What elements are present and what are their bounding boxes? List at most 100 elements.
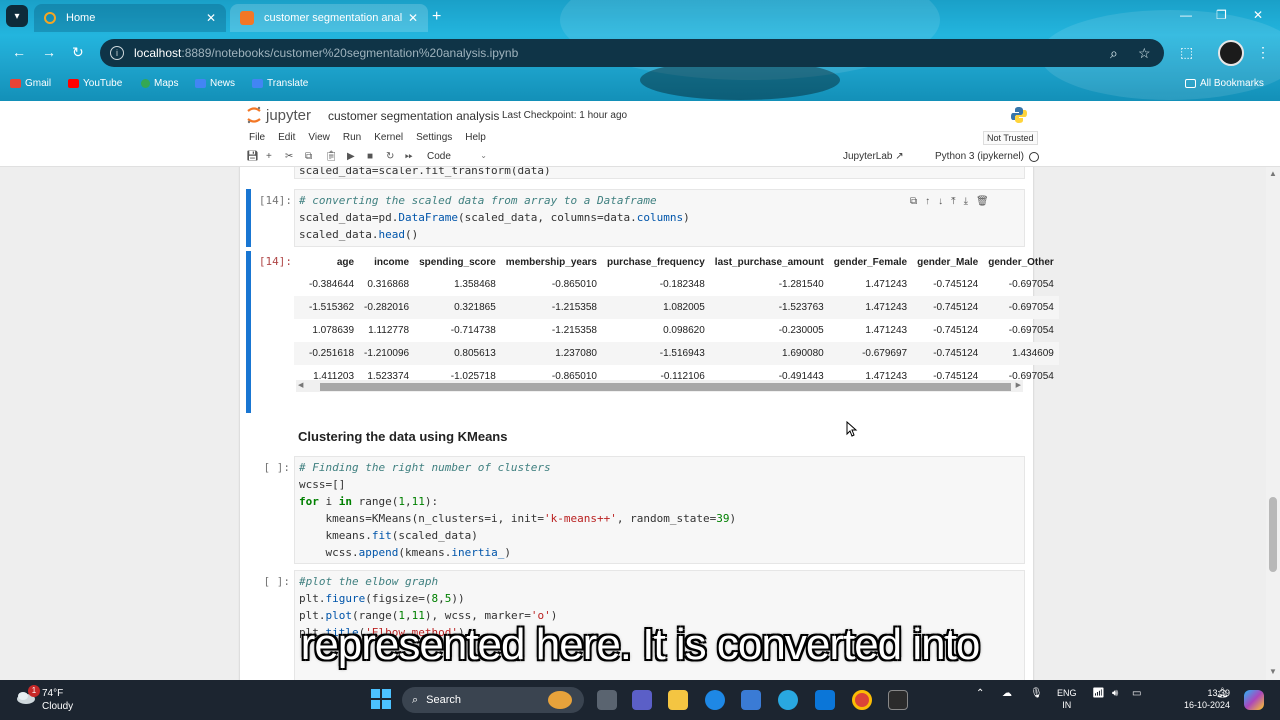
delete-cell-icon[interactable]: 🗑︎: [976, 196, 989, 207]
menu-file[interactable]: File: [249, 132, 265, 143]
menu-view[interactable]: View: [308, 132, 330, 143]
zoom-search-icon[interactable]: ⌕: [1110, 45, 1118, 62]
move-down-icon[interactable]: ↓: [938, 196, 943, 207]
restart-icon[interactable]: ↻: [386, 151, 394, 162]
battery-icon[interactable]: ▭: [1132, 688, 1141, 699]
copy-icon[interactable]: ⧉: [305, 151, 312, 162]
back-icon[interactable]: ←: [12, 44, 26, 60]
jupyterlab-link[interactable]: JupyterLab ↗: [843, 151, 904, 162]
url-input[interactable]: i localhost:8889/notebooks/customer%20se…: [100, 39, 1164, 67]
bookmark-translate[interactable]: Translate: [252, 78, 308, 89]
input-prompt: [ ]:: [263, 461, 291, 474]
insert-cell-icon[interactable]: +: [266, 151, 272, 162]
taskbar-search-input[interactable]: ⌕ Search: [402, 687, 584, 713]
bookmark-gmail[interactable]: Gmail: [10, 78, 51, 89]
run-icon[interactable]: ▶: [347, 151, 355, 162]
terminal-icon[interactable]: [888, 690, 908, 710]
close-window-icon[interactable]: ✕: [1253, 8, 1263, 22]
language-indicator[interactable]: ENG IN: [1057, 687, 1077, 711]
move-up-icon[interactable]: ↑: [925, 196, 930, 207]
paste-icon[interactable]: 📋︎: [325, 151, 338, 162]
menu-edit[interactable]: Edit: [278, 132, 295, 143]
trust-indicator[interactable]: Not Trusted: [983, 131, 1038, 145]
scrollbar-thumb[interactable]: [1269, 497, 1277, 572]
table-cell: 1.471243: [865, 325, 908, 336]
scroll-left-icon[interactable]: ◀: [298, 381, 303, 389]
bookmark-maps[interactable]: Maps: [141, 78, 178, 89]
code-token: ,: [438, 592, 445, 605]
insert-above-icon[interactable]: ⤒: [951, 196, 955, 207]
code-token: kmeans.: [299, 529, 372, 542]
notebook-title[interactable]: customer segmentation analysis: [328, 109, 499, 123]
wifi-icon[interactable]: 📶︎: [1092, 688, 1105, 699]
show-hidden-icons-icon[interactable]: ⌃: [976, 688, 984, 699]
bookmark-star-icon[interactable]: ☆: [1138, 45, 1151, 62]
save-icon[interactable]: 💾︎: [246, 151, 259, 162]
restart-run-all-icon[interactable]: ⏩︎: [405, 151, 413, 162]
close-tab-icon[interactable]: ✕: [408, 11, 418, 25]
avatar[interactable]: [1218, 40, 1244, 66]
close-tab-icon[interactable]: ✕: [206, 11, 216, 25]
menu-help[interactable]: Help: [465, 132, 486, 143]
store-icon[interactable]: [741, 690, 761, 710]
code-token: ):: [424, 495, 439, 508]
scrollbar-thumb[interactable]: [320, 383, 1011, 391]
onedrive-icon[interactable]: ☁: [1002, 688, 1012, 699]
code-token: 1: [398, 495, 405, 508]
mysql-icon[interactable]: [815, 690, 835, 710]
teams-icon[interactable]: [632, 690, 652, 710]
edge-icon[interactable]: [705, 690, 725, 710]
python-app-icon[interactable]: [778, 690, 798, 710]
bookmark-news[interactable]: News: [195, 78, 235, 89]
notifications-bell-icon[interactable]: 🔔︎: [1216, 688, 1229, 699]
windows-start-icon[interactable]: [371, 689, 391, 709]
table-cell: [294, 296, 304, 319]
code-cell-kmeans[interactable]: # Finding the right number of clusters w…: [294, 456, 1025, 564]
extensions-icon[interactable]: ⬚: [1180, 44, 1193, 61]
table-cell: -0.384644: [309, 279, 355, 290]
vertical-scrollbar[interactable]: ▲ ▼: [1266, 167, 1280, 680]
table-cell: -0.714738: [450, 325, 496, 336]
code-line: plt.figure(figsize=(8,5)): [299, 592, 465, 605]
code-cell-14[interactable]: # converting the scaled data from array …: [294, 189, 1025, 247]
volume-icon[interactable]: 🔊︎: [1112, 688, 1118, 699]
tab-notebook[interactable]: customer segmentation analysis ✕: [230, 4, 428, 32]
tab-search-button[interactable]: ▾: [6, 5, 28, 27]
tab-home[interactable]: Home ✕: [34, 4, 226, 32]
cell-type-select[interactable]: Code ⌄: [427, 151, 487, 162]
minimize-icon[interactable]: —: [1180, 8, 1192, 22]
task-view-icon[interactable]: [597, 690, 617, 710]
site-info-icon[interactable]: i: [110, 46, 124, 60]
scroll-right-icon[interactable]: ▶: [1016, 381, 1021, 389]
code-token: kmeans=KMeans(n_clusters=i, init=: [299, 512, 545, 525]
chrome-icon[interactable]: [852, 690, 872, 710]
interrupt-icon[interactable]: ■: [367, 151, 373, 162]
microphone-icon[interactable]: 🎙︎: [1030, 688, 1043, 699]
cut-icon[interactable]: ✂: [285, 151, 293, 162]
menu-kernel[interactable]: Kernel: [374, 132, 403, 143]
code-cell-previous[interactable]: scaled_data=scaler.fit_transform(data): [294, 167, 1025, 179]
restore-icon[interactable]: ❐: [1216, 8, 1227, 22]
table-cell: 0.316868: [367, 279, 410, 290]
table-row: -1.515362 -0.282016 0.321865 -1.215358 1.082…: [294, 296, 1059, 319]
bookmark-label: News: [210, 78, 236, 89]
code-token: (figsize=(: [365, 592, 432, 605]
file-explorer-icon[interactable]: [668, 690, 688, 710]
copilot-icon[interactable]: [1244, 690, 1264, 710]
bookmark-label: Gmail: [25, 78, 52, 89]
jupyter-logo[interactable]: jupyter: [246, 106, 311, 124]
menu-run[interactable]: Run: [343, 132, 361, 143]
reload-icon[interactable]: ↻: [72, 44, 84, 61]
menu-settings[interactable]: Settings: [416, 132, 452, 143]
browser-menu-icon[interactable]: ⋮: [1256, 44, 1270, 61]
all-bookmarks[interactable]: All Bookmarks: [1185, 78, 1264, 89]
scroll-up-icon[interactable]: ▲: [1269, 169, 1277, 178]
horizontal-scrollbar[interactable]: ◀ ▶: [296, 380, 1023, 392]
code-comment: #plot the elbow graph: [299, 575, 439, 588]
forward-icon[interactable]: →: [42, 44, 56, 60]
new-tab-icon[interactable]: +: [432, 8, 441, 26]
bookmark-youtube[interactable]: YouTube: [68, 78, 122, 89]
insert-below-icon[interactable]: ⤓: [964, 196, 968, 207]
kernel-name[interactable]: Python 3 (ipykernel): [935, 151, 1024, 162]
duplicate-cell-icon[interactable]: ⧉: [910, 196, 917, 207]
